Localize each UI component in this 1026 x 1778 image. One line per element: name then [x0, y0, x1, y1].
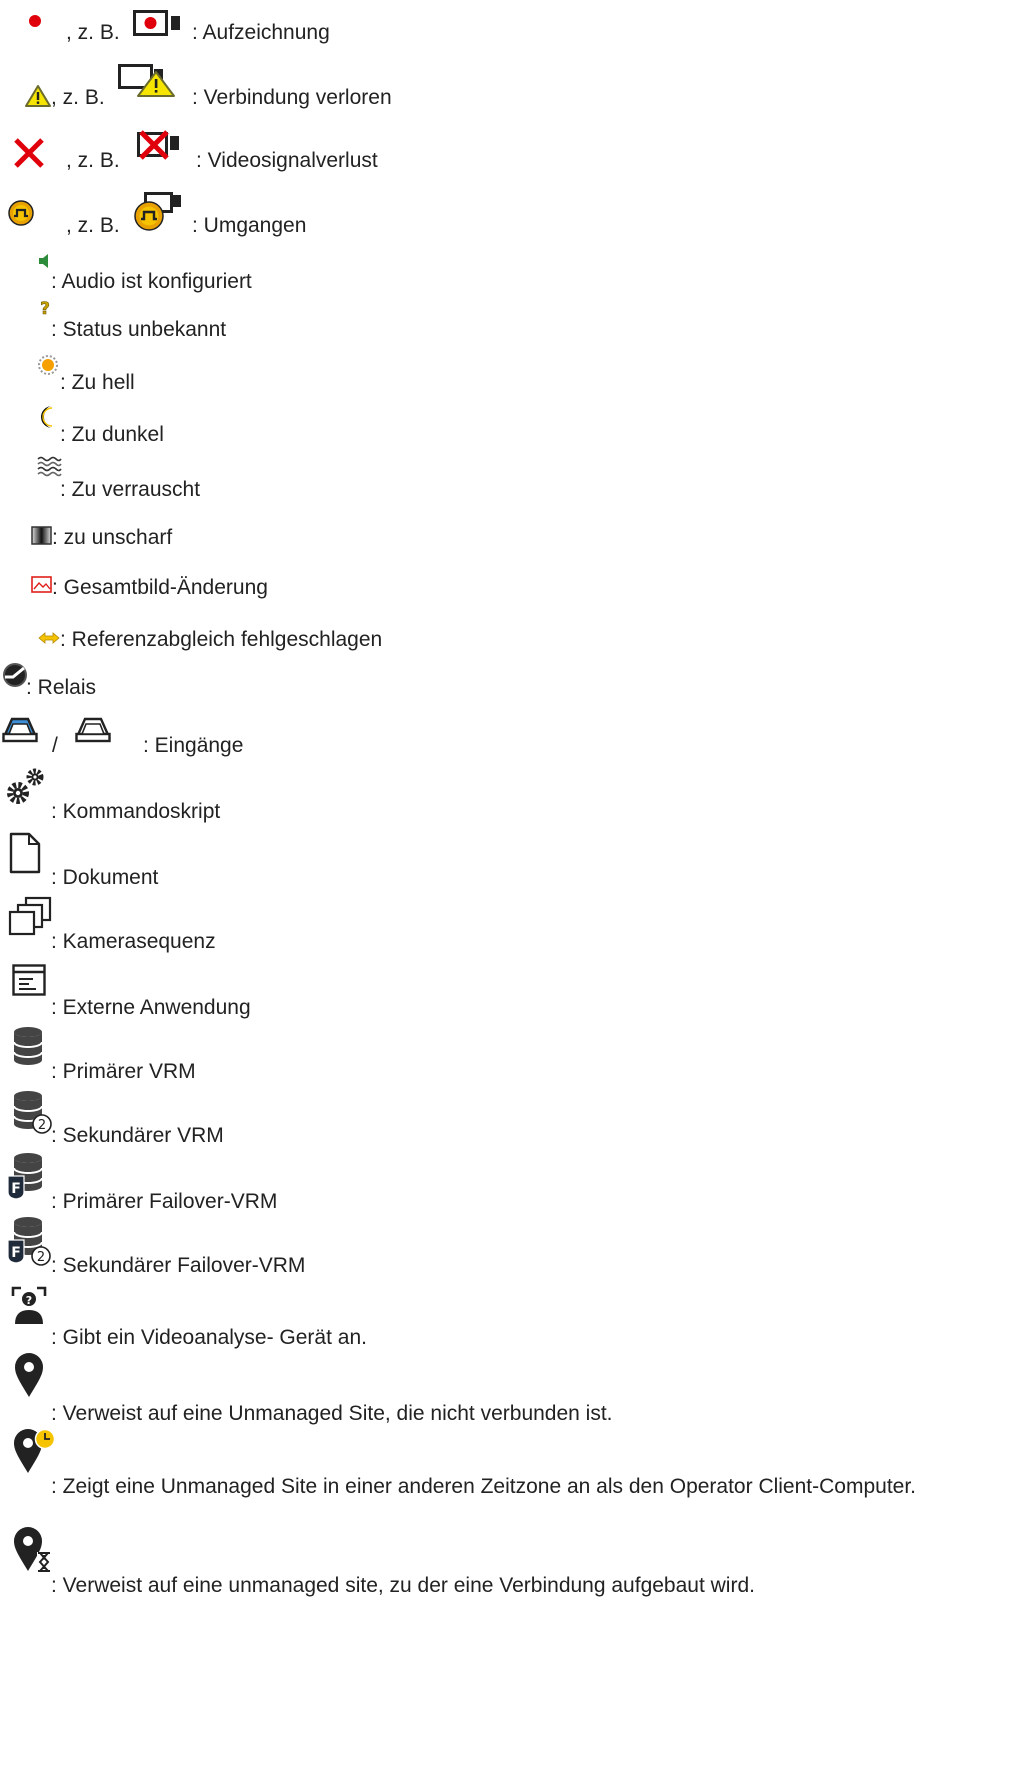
- legend-label: : Zu hell: [60, 371, 135, 394]
- secondary-vrm-icon: 2: [13, 1091, 52, 1134]
- legend-label: : Primärer VRM: [51, 1060, 196, 1083]
- input-inactive-icon: [75, 717, 111, 743]
- legend-label: : Umgangen: [192, 214, 307, 237]
- svg-text:F: F: [11, 1181, 21, 1197]
- svg-text:F: F: [11, 1245, 21, 1261]
- legend-label: : Sekundärer Failover-VRM: [51, 1254, 306, 1277]
- legend-row-document: : Dokument: [0, 830, 1026, 894]
- warning-triangle-icon: [25, 85, 51, 107]
- scene-change-icon: [31, 576, 52, 593]
- legend-row-secondary-failover-vrm: F 2 : Sekundärer Failover-VRM: [0, 1214, 1026, 1284]
- legend-label: : Dokument: [51, 866, 159, 889]
- legend-label: : Gibt ein Videoanalyse- Gerät an.: [51, 1326, 367, 1349]
- legend-label: : Referenzabgleich fehlgeschlagen: [60, 628, 383, 651]
- bypass-icon: [8, 200, 34, 226]
- blur-icon: [31, 526, 52, 545]
- secondary-failover-vrm-icon: F 2: [7, 1217, 51, 1266]
- legend-row-inputs: / : Eingänge: [0, 706, 1026, 766]
- legend-label: : Verbindung verloren: [192, 86, 392, 109]
- legend-row-site-disconnected: : Verweist auf eine Unmanaged Site, die …: [0, 1352, 1026, 1428]
- legend-label: : Kommandoskript: [51, 800, 221, 823]
- legend-row-video-loss: , z. B. : Videosignalverlust: [0, 122, 1026, 186]
- legend-label: : Audio ist konfiguriert: [51, 270, 252, 293]
- legend-label: : Aufzeichnung: [192, 21, 330, 44]
- camera-connection-lost-icon: [118, 64, 175, 97]
- relay-icon: [3, 663, 27, 687]
- reference-check-icon: [38, 632, 60, 644]
- external-application-icon: [12, 964, 46, 996]
- legend-row-primary-failover-vrm: F : Primärer Failover-VRM: [0, 1150, 1026, 1214]
- legend-row-connection-lost: , z. B. : Verbindung verloren: [0, 60, 1026, 122]
- legend-row-external-application: : Externe Anwendung: [0, 960, 1026, 1024]
- legend-row-too-blurry: : zu unscharf: [0, 510, 1026, 560]
- speaker-icon: [39, 254, 48, 268]
- svg-text:2: 2: [38, 1118, 46, 1133]
- legend-row-command-script: : Kommandoskript: [0, 766, 1026, 830]
- svg-text:?: ?: [40, 299, 50, 319]
- eg-text: , z. B.: [51, 86, 105, 109]
- sun-icon: [38, 355, 58, 375]
- legend-label: : zu unscharf: [52, 526, 173, 549]
- legend-row-audio: : Audio ist konfiguriert: [0, 248, 1026, 298]
- legend-label: : Primärer Failover-VRM: [51, 1190, 278, 1213]
- legend-row-bypassed: , z. B. : Umgangen: [0, 186, 1026, 248]
- primary-failover-vrm-icon: F: [7, 1153, 43, 1200]
- legend-row-video-analytics: ? : Gibt ein Videoanalyse- Gerät an.: [0, 1284, 1026, 1352]
- noise-icon: [37, 456, 62, 477]
- legend-row-primary-vrm: : Primärer VRM: [0, 1024, 1026, 1088]
- legend-row-secondary-vrm: 2 : Sekundärer VRM: [0, 1088, 1026, 1150]
- input-active-icon: [2, 717, 38, 743]
- legend-label: : Eingänge: [143, 734, 244, 757]
- svg-text:?: ?: [26, 1294, 32, 1307]
- map-pin-clock-icon: [14, 1428, 56, 1473]
- legend-row-site-connecting: : Verweist auf eine unmanaged site, zu d…: [0, 1526, 1026, 1602]
- legend-label: : Kamerasequenz: [51, 930, 216, 953]
- camera-video-loss-icon: [137, 130, 179, 160]
- legend-row-recording: , z. B. : Aufzeichnung: [0, 0, 1026, 60]
- legend-label: : Zu dunkel: [60, 423, 164, 446]
- document-icon: [9, 832, 41, 874]
- legend-label: : Status unbekannt: [51, 318, 227, 341]
- legend-row-camera-sequence: : Kamerasequenz: [0, 894, 1026, 960]
- map-pin-icon: [15, 1353, 43, 1397]
- eg-text: , z. B.: [66, 21, 120, 44]
- recording-dot-icon: [29, 15, 41, 27]
- legend-label: : Externe Anwendung: [51, 996, 251, 1019]
- legend-row-site-other-timezone: : Zeigt eine Unmanaged Site in einer and…: [0, 1428, 1026, 1526]
- legend-label: : Zeigt eine Unmanaged Site in einer and…: [51, 1475, 916, 1498]
- eg-text: , z. B.: [66, 214, 120, 237]
- legend-label: : Gesamtbild-Änderung: [52, 576, 268, 599]
- legend-row-too-noisy: : Zu verrauscht: [0, 456, 1026, 510]
- legend-label: : Verweist auf eine unmanaged site, zu d…: [51, 1574, 755, 1597]
- red-x-icon: [14, 138, 44, 168]
- legend-row-relay: : Relais: [0, 658, 1026, 706]
- moon-icon: [41, 406, 53, 428]
- legend-label: : Zu verrauscht: [60, 478, 201, 501]
- gears-icon: [7, 768, 44, 804]
- primary-vrm-icon: [13, 1027, 43, 1065]
- legend-row-too-dark: : Zu dunkel: [0, 402, 1026, 456]
- eg-text: , z. B.: [66, 149, 120, 172]
- legend-row-reference-check: : Referenzabgleich fehlgeschlagen: [0, 610, 1026, 658]
- legend-row-status-unknown: ? : Status unbekannt: [0, 298, 1026, 352]
- legend-row-scene-change: : Gesamtbild-Änderung: [0, 560, 1026, 610]
- legend-label: : Relais: [26, 676, 97, 699]
- map-pin-hourglass-icon: [14, 1527, 51, 1572]
- legend-label: : Sekundärer VRM: [51, 1124, 224, 1147]
- legend-row-too-bright: : Zu hell: [0, 352, 1026, 402]
- legend-label: : Verweist auf eine Unmanaged Site, die …: [51, 1402, 613, 1425]
- input-separator: /: [52, 734, 58, 757]
- question-mark-icon: ?: [40, 299, 50, 320]
- svg-text:2: 2: [37, 1250, 45, 1265]
- camera-sequence-icon: [8, 896, 52, 936]
- camera-bypassed-icon: [134, 192, 181, 231]
- legend-label: : Videosignalverlust: [196, 149, 378, 172]
- camera-recording-icon: [133, 10, 180, 36]
- video-analytics-icon: ?: [11, 1286, 47, 1324]
